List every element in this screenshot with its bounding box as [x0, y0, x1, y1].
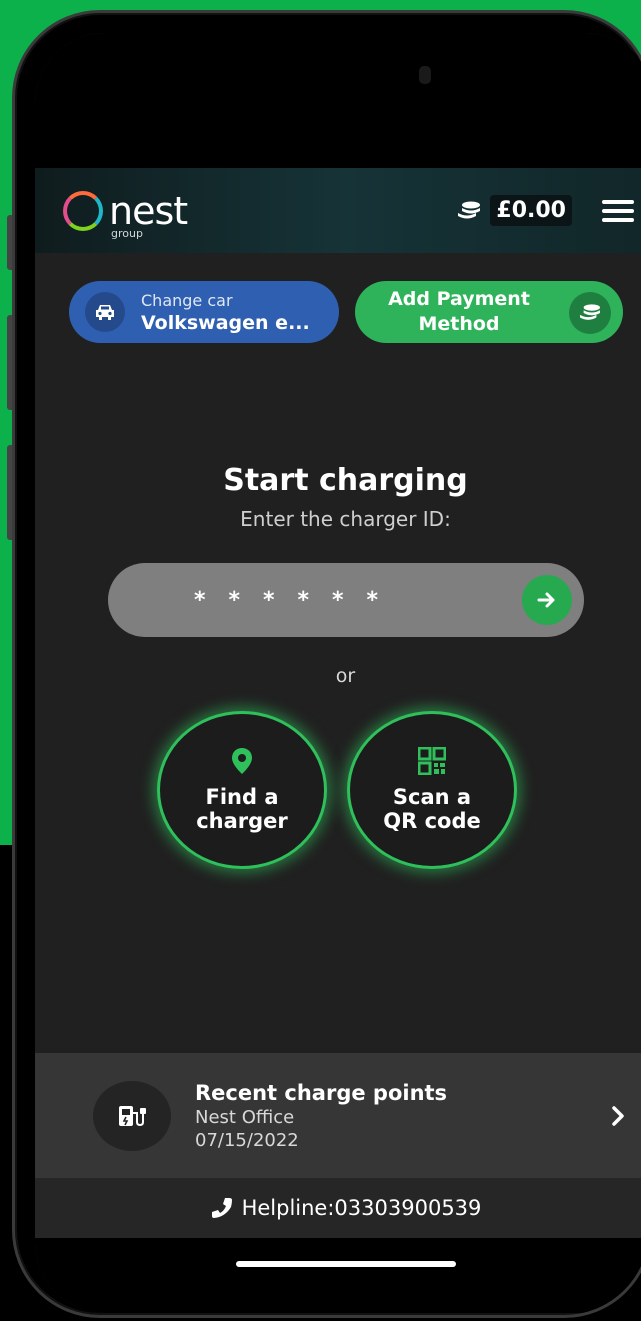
- logo-text: nest: [109, 188, 188, 233]
- charger-id-prompt: Enter the charger ID:: [240, 507, 451, 531]
- charger-id-input[interactable]: [108, 587, 522, 613]
- wallet-balance[interactable]: £0.00: [456, 195, 572, 226]
- device-frame: nest group £0.00 Change car Volkswagen e…: [0, 0, 641, 1321]
- coins-icon: [458, 201, 481, 218]
- qr-code-label: QR code: [383, 809, 481, 833]
- status-bar: [35, 33, 641, 168]
- app-header: nest group £0.00: [35, 168, 641, 253]
- home-indicator[interactable]: [236, 1261, 456, 1267]
- recent-charge-points-title: Recent charge points: [195, 1080, 448, 1105]
- find-label: Find a: [205, 785, 279, 809]
- find-charger-button[interactable]: Find a charger: [157, 711, 327, 869]
- recent-location: Nest Office: [195, 1106, 295, 1128]
- camera-icon: [419, 66, 431, 84]
- balance-amount: £0.00: [490, 195, 572, 226]
- app-screen: nest group £0.00 Change car Volkswagen e…: [35, 33, 641, 1313]
- nest-logo: nest group: [63, 188, 188, 239]
- add-payment-method-button[interactable]: Add Payment Method: [355, 281, 623, 343]
- hamburger-menu-icon[interactable]: [602, 199, 634, 222]
- selected-car: Volkswagen e...: [141, 311, 310, 334]
- car-icon: [96, 305, 114, 320]
- or-divider: or: [335, 665, 356, 687]
- helpline-text: Helpline:03303900539: [241, 1196, 482, 1220]
- start-charging-title: Start charging: [223, 463, 468, 498]
- scan-label: Scan a: [392, 785, 472, 809]
- method-label: Method: [418, 313, 500, 335]
- scan-qr-code-button[interactable]: Scan a QR code: [347, 711, 517, 869]
- phone: nest group £0.00 Change car Volkswagen e…: [12, 10, 641, 1318]
- charger-id-field: [108, 563, 584, 637]
- ev-charger-icon: [119, 1105, 146, 1126]
- logo-subtext: group: [111, 226, 143, 240]
- arrow-right-icon: [537, 592, 555, 608]
- qr-code-icon: [418, 747, 446, 775]
- change-car-button[interactable]: Change car Volkswagen e...: [69, 281, 339, 343]
- home-indicator-area: [35, 1238, 641, 1313]
- phone-icon: [211, 1198, 232, 1218]
- logo-ring-icon: [63, 190, 103, 231]
- coins-icon: [580, 304, 600, 320]
- add-payment-label: Add Payment: [388, 288, 530, 310]
- recent-charge-points-row[interactable]: Recent charge points Nest Office 07/15/2…: [35, 1053, 641, 1178]
- helpline-link[interactable]: Helpline:03303900539: [35, 1178, 641, 1238]
- change-car-label: Change car: [141, 290, 233, 310]
- map-pin-icon: [232, 748, 252, 774]
- chevron-right-icon: [612, 1105, 624, 1126]
- charger-label: charger: [196, 809, 288, 833]
- recent-date: 07/15/2022: [195, 1129, 299, 1151]
- submit-charger-id-button[interactable]: [522, 575, 572, 625]
